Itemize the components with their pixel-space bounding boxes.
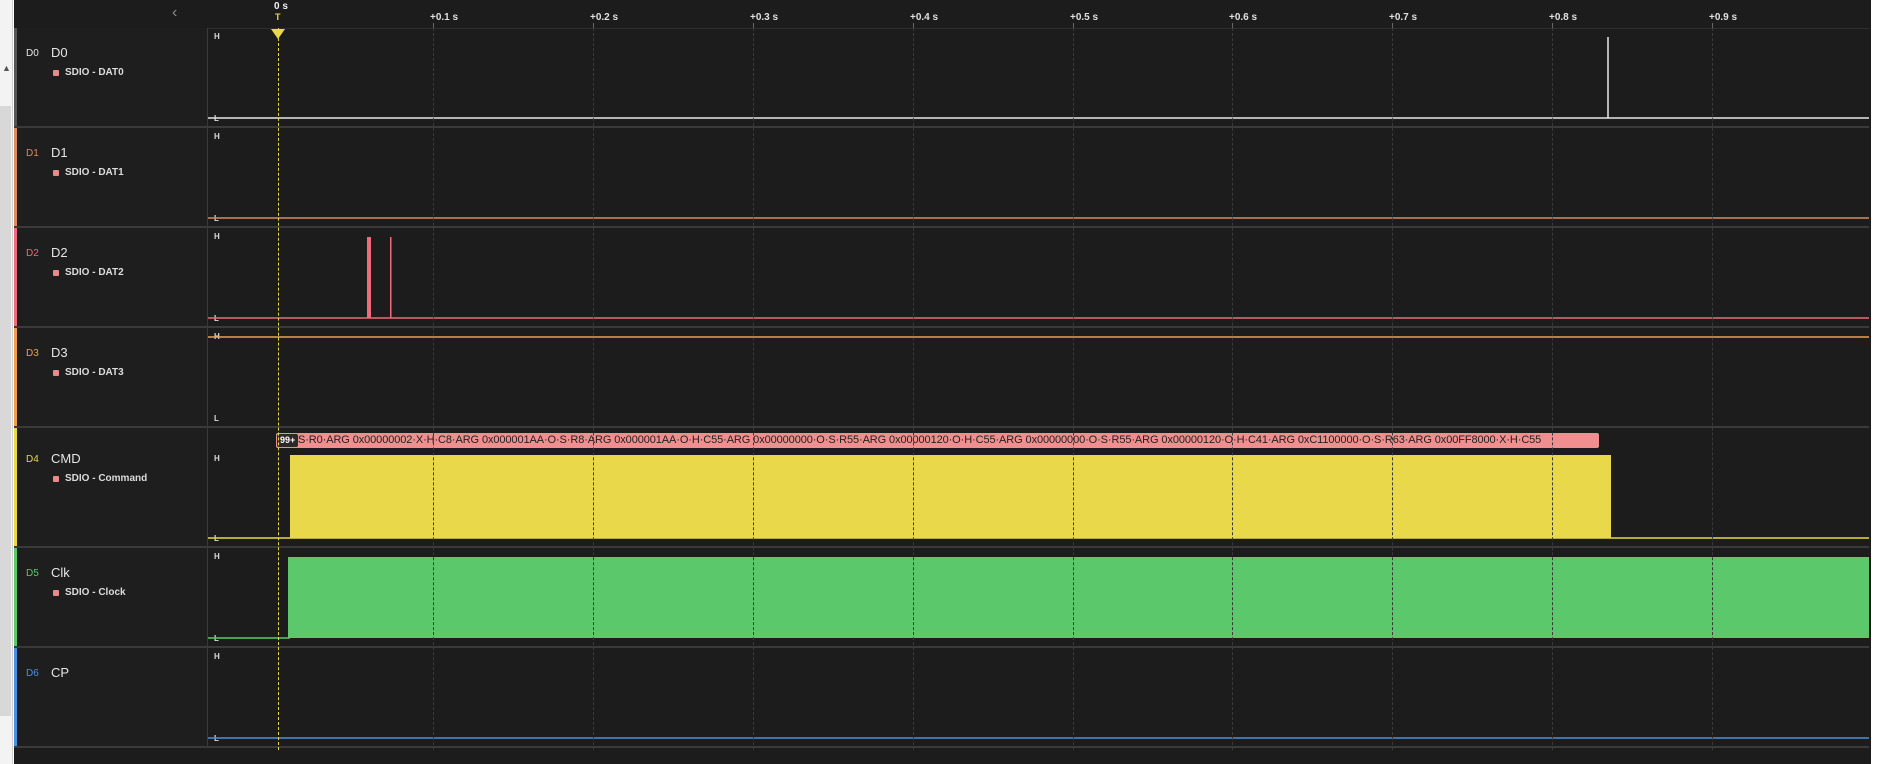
channel-id: D1	[26, 148, 39, 159]
channel-row-d2[interactable]: D2 D2 SDIO - DAT2 H L	[14, 228, 1869, 328]
decode-text: S·R0·ARG 0x00000002·X·H·C8·ARG 0x000001A…	[298, 434, 1542, 446]
channel-id: D0	[26, 48, 39, 59]
channel-row-d0[interactable]: D0 D0 SDIO - DAT0 H L	[14, 28, 1869, 128]
window-edge-strip: ▲	[0, 0, 13, 764]
left-scrollbar[interactable]	[0, 106, 11, 716]
channel-name[interactable]: CMD	[51, 451, 81, 466]
channel-label-pane[interactable]: D0 D0 SDIO - DAT0	[17, 28, 208, 126]
channel-id: D5	[26, 568, 39, 579]
tick-label: +0.6 s	[1229, 12, 1258, 23]
waveform-d1[interactable]	[208, 128, 1869, 226]
channel-row-d6[interactable]: D6 CP H L	[14, 648, 1869, 748]
channel-id: D3	[26, 348, 39, 359]
tick-label: +0.8 s	[1549, 12, 1578, 23]
analyzer-color-dot	[53, 70, 59, 76]
waveform-d2[interactable]	[208, 228, 1869, 326]
tick-label: +0.2 s	[590, 12, 619, 23]
decode-count-badge[interactable]: 99+	[277, 434, 299, 447]
analyzer-color-dot	[53, 590, 59, 596]
channel-label-pane[interactable]: D1 D1 SDIO - DAT1	[17, 128, 208, 226]
analyzer-color-dot	[53, 170, 59, 176]
channel-id: D6	[26, 668, 39, 679]
analyzer-color-dot	[53, 476, 59, 482]
channel-name[interactable]: D1	[51, 145, 68, 160]
analyzer-label[interactable]: SDIO - DAT0	[65, 67, 124, 78]
trigger-flag-label: T	[275, 12, 281, 22]
channel-row-d4[interactable]: D4 CMD SDIO - Command H L 99+ S·R0·ARG 0…	[14, 428, 1869, 548]
waveform-d3[interactable]	[208, 328, 1869, 426]
channel-label-pane[interactable]: D2 D2 SDIO - DAT2	[17, 228, 208, 326]
analyzer-label[interactable]: SDIO - Command	[65, 473, 147, 484]
time-ruler[interactable]: ‹ 0 s T +0.1 s +0.2 s +0.3 s +0.4 s +0.5…	[14, 0, 1869, 29]
trigger-marker-icon[interactable]	[271, 29, 285, 39]
tick-label: +0.3 s	[750, 12, 779, 23]
channel-label-pane[interactable]: D5 Clk SDIO - Clock	[17, 548, 208, 646]
channel-id: D4	[26, 454, 39, 465]
channel-name[interactable]: D0	[51, 45, 68, 60]
channel-label-pane[interactable]: D6 CP	[17, 648, 208, 746]
analyzer-label[interactable]: SDIO - DAT3	[65, 367, 124, 378]
logic-analyzer-view: ‹ 0 s T +0.1 s +0.2 s +0.3 s +0.4 s +0.5…	[14, 0, 1883, 764]
channel-label-pane[interactable]: D3 D3 SDIO - DAT3	[17, 328, 208, 426]
tick-label: +0.4 s	[910, 12, 939, 23]
sdio-command-decode-bubble[interactable]: 99+ S·R0·ARG 0x00000002·X·H·C8·ARG 0x000…	[276, 433, 1599, 448]
right-edge	[1871, 0, 1883, 764]
channel-row-d5[interactable]: D5 Clk SDIO - Clock H L	[14, 548, 1869, 648]
analyzer-label[interactable]: SDIO - DAT1	[65, 167, 124, 178]
waveform-d0[interactable]	[208, 28, 1869, 126]
trigger-time-label: 0 s	[274, 1, 288, 12]
channel-name[interactable]: CP	[51, 665, 69, 680]
waveform-d6[interactable]	[208, 648, 1869, 746]
channel-name[interactable]: D2	[51, 245, 68, 260]
chevron-left-icon[interactable]: ‹	[172, 4, 177, 22]
channel-row-d3[interactable]: D3 D3 SDIO - DAT3 H L	[14, 328, 1869, 428]
tick-label: +0.5 s	[1070, 12, 1099, 23]
channel-row-d1[interactable]: D1 D1 SDIO - DAT1 H L	[14, 128, 1869, 228]
tick-label: +0.9 s	[1709, 12, 1738, 23]
tick-label: +0.7 s	[1389, 12, 1418, 23]
analyzer-color-dot	[53, 370, 59, 376]
analyzer-label[interactable]: SDIO - DAT2	[65, 267, 124, 278]
channel-label-pane[interactable]: D4 CMD SDIO - Command	[17, 428, 208, 546]
caret-up-icon[interactable]: ▲	[2, 63, 11, 73]
analyzer-label[interactable]: SDIO - Clock	[65, 587, 126, 598]
channel-id: D2	[26, 248, 39, 259]
tick-label: +0.1 s	[430, 12, 459, 23]
channel-name[interactable]: D3	[51, 345, 68, 360]
channel-name[interactable]: Clk	[51, 565, 70, 580]
waveform-d5[interactable]	[208, 548, 1869, 646]
analyzer-color-dot	[53, 270, 59, 276]
